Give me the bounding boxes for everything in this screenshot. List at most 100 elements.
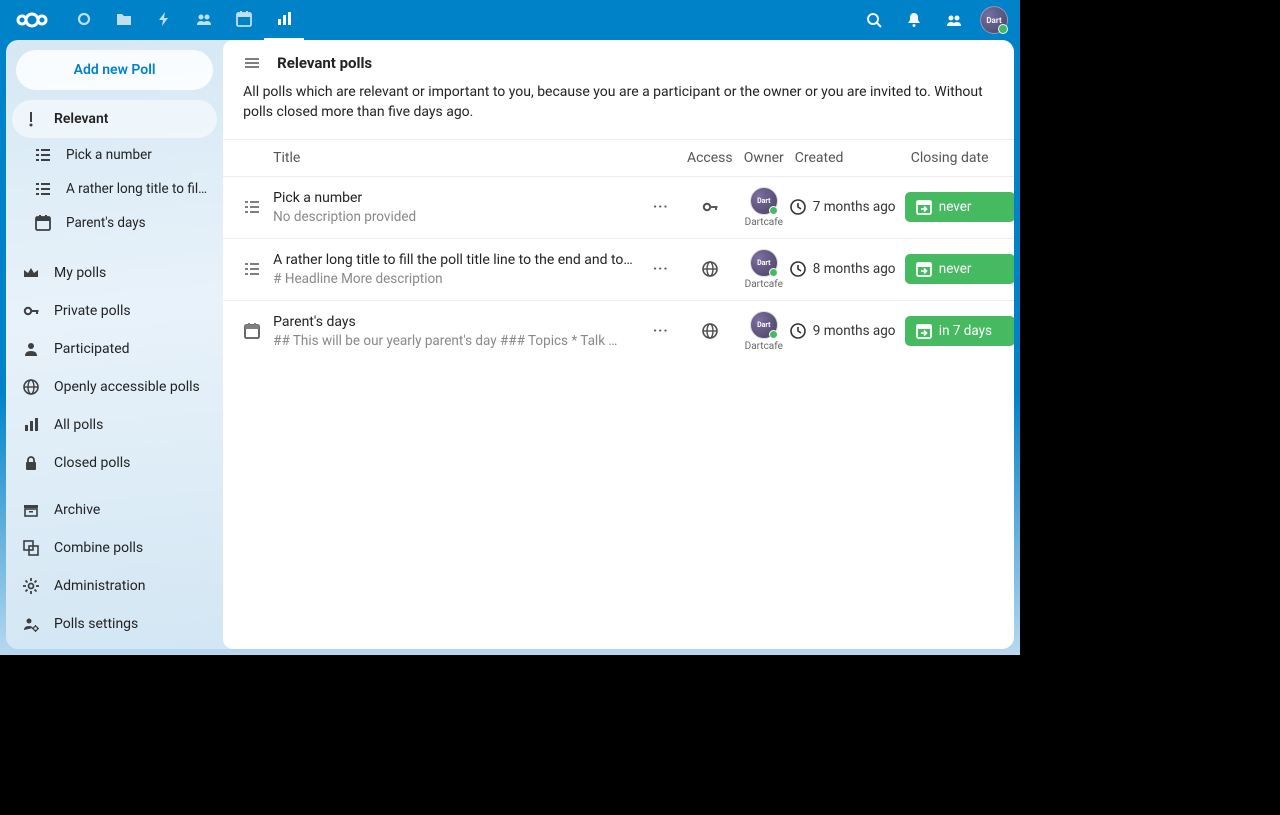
lock-icon (22, 454, 40, 472)
column-closing[interactable]: Closing date (905, 150, 1014, 166)
sidebar-item-label: A rather long title to fil… (66, 181, 207, 197)
main-header: Relevant polls All polls which are relev… (223, 40, 1014, 139)
owner-avatar[interactable]: Dart (750, 249, 778, 277)
more-actions-icon[interactable]: ··· (641, 323, 681, 339)
clock-icon (789, 260, 807, 278)
bars-icon (22, 416, 40, 434)
sidebar-item-open-polls[interactable]: Openly accessible polls (12, 368, 217, 406)
row-created: 8 months ago (789, 260, 905, 278)
person-icon (22, 340, 40, 358)
sidebar-bottom: Archive Combine polls Administration Pol… (12, 491, 217, 649)
sidebar-item-label: Parent's days (66, 215, 146, 231)
table-body: Pick a number No description provided ··… (223, 176, 1014, 362)
column-title[interactable]: Title (267, 150, 641, 166)
sidebar-item-settings[interactable]: Polls settings (12, 605, 217, 643)
column-owner[interactable]: Owner (739, 150, 789, 166)
row-title-cell: Pick a number No description provided (267, 190, 641, 225)
owner-avatar[interactable]: Dart (750, 311, 778, 339)
access-icon (681, 322, 739, 340)
sidebar: Add new Poll Relevant Pick a number A ra… (6, 40, 223, 649)
app-contacts[interactable] (184, 0, 224, 40)
row-title: A rather long title to fill the poll tit… (273, 252, 633, 268)
archive-icon (22, 501, 40, 519)
sidebar-sub-parents-days[interactable]: Parent's days (12, 206, 217, 240)
sidebar-item-label: Archive (54, 502, 100, 518)
combine-icon (22, 539, 40, 557)
list-icon (237, 260, 267, 278)
table-row[interactable]: Pick a number No description provided ··… (223, 176, 1014, 238)
user-avatar[interactable]: Dart (976, 0, 1012, 40)
owner-avatar[interactable]: Dart (750, 187, 778, 215)
more-actions-icon[interactable]: ··· (641, 199, 681, 215)
app-dashboard[interactable] (64, 0, 104, 40)
row-title-cell: Parent's days ## This will be our yearly… (267, 314, 641, 349)
closing-badge: never (905, 254, 1014, 284)
date-icon (34, 214, 52, 232)
table-row[interactable]: Parent's days ## This will be our yearly… (223, 300, 1014, 362)
row-closing: never (905, 192, 1014, 222)
key-icon (22, 302, 40, 320)
notifications-icon[interactable] (896, 0, 932, 40)
page-description: All polls which are relevant or importan… (243, 82, 1009, 123)
access-icon (681, 198, 739, 216)
column-created[interactable]: Created (789, 150, 905, 166)
clock-icon (789, 322, 807, 340)
sidebar-item-closed-polls[interactable]: Closed polls (12, 444, 217, 482)
list-icon (34, 146, 52, 164)
row-created: 9 months ago (789, 322, 905, 340)
search-icon[interactable] (856, 0, 892, 40)
app-polls[interactable] (264, 0, 304, 40)
row-closing: in 7 days (905, 316, 1014, 346)
row-owner: Dart Dartcafe (739, 249, 789, 290)
top-apps (64, 0, 304, 40)
add-new-poll-button[interactable]: Add new Poll (16, 50, 213, 90)
sidebar-item-my-polls[interactable]: My polls (12, 254, 217, 292)
row-created: 7 months ago (789, 198, 905, 216)
nextcloud-logo[interactable] (8, 10, 56, 30)
sidebar-item-archive[interactable]: Archive (12, 491, 217, 529)
row-closing: never (905, 254, 1014, 284)
app-calendar[interactable] (224, 0, 264, 40)
sidebar-item-admin[interactable]: Administration (12, 567, 217, 605)
crown-icon (22, 264, 40, 282)
page-title: Relevant polls (277, 54, 372, 72)
sidebar-item-relevant[interactable]: Relevant (12, 100, 217, 138)
menu-icon[interactable] (243, 54, 261, 72)
sidebar-sub-pick-a-number[interactable]: Pick a number (12, 138, 217, 172)
calendar-arrow-icon (915, 260, 933, 278)
sidebar-item-label: Closed polls (54, 455, 130, 471)
sidebar-item-label: All polls (54, 417, 103, 433)
sidebar-item-all-polls[interactable]: All polls (12, 406, 217, 444)
column-access[interactable]: Access (681, 150, 739, 166)
app-files[interactable] (104, 0, 144, 40)
sidebar-item-label: Private polls (54, 303, 131, 319)
access-icon (681, 260, 739, 278)
table-row[interactable]: A rather long title to fill the poll tit… (223, 238, 1014, 300)
sidebar-sub-long-title[interactable]: A rather long title to fil… (12, 172, 217, 206)
app-activity[interactable] (144, 0, 184, 40)
more-actions-icon[interactable]: ··· (641, 261, 681, 277)
sidebar-item-combine[interactable]: Combine polls (12, 529, 217, 567)
row-description: No description provided (273, 209, 633, 225)
row-description: # Headline More description (273, 271, 633, 287)
sidebar-item-label: Combine polls (54, 540, 143, 556)
row-description: ## This will be our yearly parent's day … (273, 333, 633, 349)
calendar-arrow-icon (915, 198, 933, 216)
closing-badge: never (905, 192, 1014, 222)
sidebar-item-label: Relevant (54, 111, 108, 127)
priority-icon (22, 110, 40, 128)
row-owner: Dart Dartcafe (739, 311, 789, 352)
list-icon (237, 198, 267, 216)
sidebar-item-label: Participated (54, 341, 130, 357)
top-bar: Dart (0, 0, 1020, 40)
top-right: Dart (856, 0, 1012, 40)
sidebar-item-label: Pick a number (66, 147, 152, 163)
sidebar-item-participated[interactable]: Participated (12, 330, 217, 368)
row-owner: Dart Dartcafe (739, 187, 789, 228)
person-gear-icon (22, 615, 40, 633)
sidebar-item-private-polls[interactable]: Private polls (12, 292, 217, 330)
owner-name: Dartcafe (745, 217, 783, 228)
sidebar-item-label: Polls settings (54, 616, 138, 632)
owner-name: Dartcafe (745, 279, 783, 290)
contacts-menu-icon[interactable] (936, 0, 972, 40)
